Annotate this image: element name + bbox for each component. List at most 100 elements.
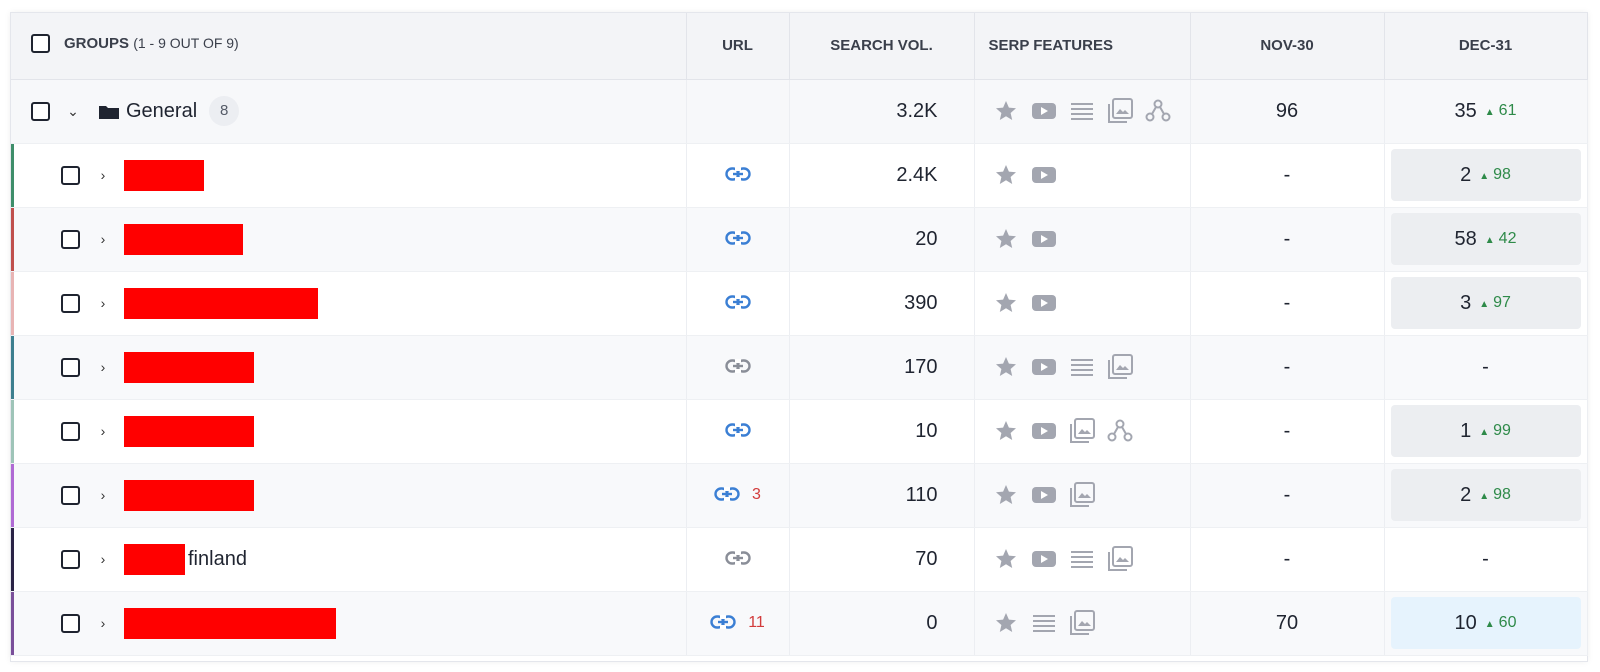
link-icon[interactable] <box>724 356 751 379</box>
rank-table: GROUPS (1 - 9 OUT OF 9) URL SEARCH VOL. … <box>11 13 1588 656</box>
tag-color-bar <box>11 591 14 655</box>
group-checkbox[interactable] <box>31 101 50 121</box>
chevron-right-icon[interactable]: › <box>92 295 114 311</box>
header-dec-31[interactable]: DEC-31 <box>1384 13 1588 80</box>
dec-value: 2 <box>1460 163 1472 186</box>
nov-value: - <box>1190 463 1385 528</box>
keyword-cell: › <box>11 207 687 272</box>
redacted-keyword <box>124 159 204 191</box>
link-icon[interactable] <box>724 292 751 315</box>
group-dec-value: 35 <box>1454 99 1477 122</box>
keyword-row[interactable]: › 10 - 1 ▲ 99 <box>11 399 1588 464</box>
row-checkbox[interactable] <box>61 293 80 313</box>
star-icon <box>991 544 1021 574</box>
link-icon[interactable] <box>724 548 751 571</box>
keyword-row[interactable]: › 2.4K - 2 ▲ 98 <box>11 143 1588 208</box>
keyword-suffix: finland <box>188 547 247 570</box>
link-icon[interactable] <box>724 420 751 443</box>
keyword-cell: › <box>11 271 687 336</box>
row-checkbox[interactable] <box>61 613 80 633</box>
search-vol: 110 <box>789 463 975 528</box>
keyword-cell: › <box>11 399 687 464</box>
video-icon <box>1029 544 1059 574</box>
knowledge-graph-icon <box>1105 416 1135 446</box>
dec-cell: 3 ▲ 97 <box>1384 271 1588 336</box>
url-cell <box>686 143 790 208</box>
star-icon <box>991 224 1021 254</box>
header-serp-features[interactable]: SERP FEATURES <box>974 13 1191 80</box>
list-icon <box>1067 96 1097 126</box>
row-checkbox[interactable] <box>61 421 80 441</box>
nov-value: - <box>1190 527 1385 592</box>
link-icon[interactable] <box>724 164 751 187</box>
tag-color-bar <box>11 463 14 527</box>
star-icon <box>991 352 1021 382</box>
header-url[interactable]: URL <box>686 13 790 80</box>
tag-color-bar <box>11 399 14 463</box>
keyword-row[interactable]: › 11 0 70 10 ▲ 60 <box>11 591 1588 656</box>
keyword-cell: › <box>11 591 687 656</box>
dec-delta: ▲ 42 <box>1484 230 1517 247</box>
keyword-row[interactable]: › 20 - 58 ▲ 42 <box>11 207 1588 272</box>
dec-cell: 2 ▲ 98 <box>1384 143 1588 208</box>
chevron-down-icon[interactable]: ⌄ <box>62 103 84 120</box>
star-icon <box>991 608 1021 638</box>
group-name-cell: ⌄ General 8 <box>11 79 687 144</box>
tag-color-bar <box>11 335 14 399</box>
search-vol: 2.4K <box>789 143 975 208</box>
chevron-right-icon[interactable]: › <box>92 359 114 375</box>
row-checkbox[interactable] <box>61 549 80 569</box>
chevron-right-icon[interactable]: › <box>92 423 114 439</box>
group-title[interactable]: General <box>126 100 197 123</box>
dec-cell: - <box>1384 335 1588 400</box>
chevron-right-icon[interactable]: › <box>92 167 114 183</box>
chevron-right-icon[interactable]: › <box>92 231 114 247</box>
search-vol: 70 <box>789 527 975 592</box>
chevron-right-icon[interactable]: › <box>92 551 114 567</box>
dec-delta: ▲ 98 <box>1479 486 1511 503</box>
up-triangle-icon: ▲ <box>1479 299 1490 310</box>
video-icon <box>1029 352 1059 382</box>
redacted-keyword <box>124 607 336 639</box>
keyword-row[interactable]: › 3 110 - 2 ▲ 98 <box>11 463 1588 528</box>
table-header-row: GROUPS (1 - 9 OUT OF 9) URL SEARCH VOL. … <box>11 13 1588 80</box>
row-checkbox[interactable] <box>61 357 80 377</box>
nov-value: - <box>1190 271 1385 336</box>
group-nov-value: 96 <box>1190 79 1385 144</box>
image-pack-icon <box>1067 480 1097 510</box>
keyword-row[interactable]: › finland 70 - - <box>11 527 1588 592</box>
video-icon <box>1029 288 1059 318</box>
header-nov-30[interactable]: NOV-30 <box>1190 13 1385 80</box>
video-icon <box>1029 224 1059 254</box>
star-icon <box>991 160 1021 190</box>
serp-cell <box>974 463 1191 528</box>
dec-value: - <box>1482 355 1489 378</box>
list-icon <box>1029 608 1059 638</box>
group-row[interactable]: ⌄ General 8 3.2K 96 35 ▲ 61 <box>11 79 1588 144</box>
keyword-row[interactable]: › 390 - 3 ▲ 97 <box>11 271 1588 336</box>
url-cell <box>686 271 790 336</box>
video-icon <box>1029 480 1059 510</box>
select-all-checkbox[interactable] <box>31 34 50 54</box>
url-count: 3 <box>752 486 761 503</box>
header-search-vol[interactable]: SEARCH VOL. <box>789 13 975 80</box>
link-icon[interactable] <box>714 484 740 507</box>
row-checkbox[interactable] <box>61 229 80 249</box>
serp-cell <box>974 591 1191 656</box>
chevron-right-icon[interactable]: › <box>92 615 114 631</box>
dec-delta: ▲ 98 <box>1479 166 1511 183</box>
group-count-badge: 8 <box>209 96 240 126</box>
url-cell <box>686 527 790 592</box>
keyword-row[interactable]: › 170 - - <box>11 335 1588 400</box>
row-checkbox[interactable] <box>61 485 80 505</box>
header-groups-count: (1 - 9 OUT OF 9) <box>133 35 239 52</box>
tag-color-bar <box>11 527 14 591</box>
chevron-right-icon[interactable]: › <box>92 487 114 503</box>
row-checkbox[interactable] <box>61 165 80 185</box>
serp-cell <box>974 143 1191 208</box>
image-pack-icon <box>1105 352 1135 382</box>
link-icon[interactable] <box>724 228 751 251</box>
tag-color-bar <box>11 271 14 335</box>
link-icon[interactable] <box>710 612 736 635</box>
star-icon <box>991 480 1021 510</box>
